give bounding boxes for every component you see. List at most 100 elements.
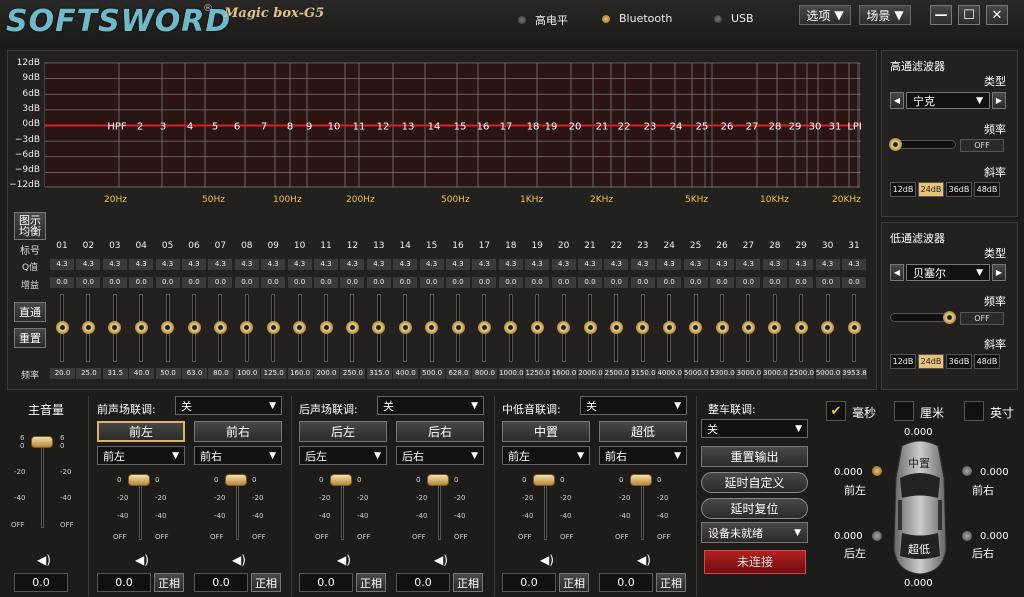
band-q-value[interactable]: 4.3 — [182, 259, 206, 270]
sub-delay-value[interactable]: 0.000 — [904, 578, 933, 589]
eq-band-marker[interactable]: 16 — [477, 122, 490, 133]
band-gain-value[interactable]: 0.0 — [604, 277, 629, 288]
band-gain-value[interactable]: 0.0 — [736, 277, 761, 288]
channel-source-select[interactable]: 后左 ▼ — [299, 446, 387, 465]
band-gain-knob[interactable] — [451, 321, 465, 334]
band-q-value[interactable]: 4.3 — [366, 259, 391, 270]
band-q-value[interactable]: 4.3 — [762, 259, 787, 270]
channel-select-button[interactable]: 后左 — [299, 421, 387, 442]
band-freq-value[interactable]: 50.0 — [155, 368, 181, 379]
band-freq-value[interactable]: 315.0 — [366, 368, 392, 379]
channel-source-select[interactable]: 前左 ▼ — [97, 446, 185, 465]
eq-band-marker[interactable]: 12 — [377, 122, 390, 133]
connect-button[interactable]: 未连接 — [704, 550, 806, 574]
band-gain-knob[interactable] — [161, 321, 175, 334]
channel-select-button[interactable]: 后右 — [396, 421, 484, 442]
channel-source-select[interactable]: 前右 ▼ — [599, 446, 687, 465]
band-q-value[interactable]: 4.3 — [50, 259, 74, 270]
band-gain-value[interactable]: 0.0 — [76, 277, 101, 288]
band-gain-value[interactable]: 0.0 — [287, 277, 312, 288]
band-gain-knob[interactable] — [530, 321, 544, 334]
band-freq-value[interactable]: 628.0 — [446, 368, 471, 379]
channel-volume-knob[interactable] — [533, 474, 555, 486]
lpf-type-select[interactable]: 贝塞尔 ▼ — [906, 264, 990, 281]
band-gain-value[interactable]: 0.0 — [657, 277, 682, 288]
eq-band-marker[interactable]: 10 — [328, 122, 341, 133]
band-gain-value[interactable]: 0.0 — [446, 277, 470, 288]
eq-band-marker[interactable]: 17 — [500, 122, 513, 133]
front-left-delay-value[interactable]: 0.000 — [834, 467, 863, 478]
band-gain-value[interactable]: 0.0 — [498, 277, 523, 288]
band-q-value[interactable]: 4.3 — [234, 259, 259, 270]
band-gain-knob[interactable] — [319, 321, 333, 334]
band-gain-knob[interactable] — [583, 321, 597, 334]
band-gain-value[interactable]: 0.0 — [129, 277, 154, 288]
maximize-button[interactable]: ☐ — [958, 5, 980, 25]
eq-band-marker[interactable]: LPF — [847, 122, 861, 133]
band-gain-value[interactable]: 0.0 — [208, 277, 233, 288]
band-q-value[interactable]: 4.3 — [155, 259, 180, 270]
reset-output-button[interactable]: 重置输出 — [701, 446, 808, 467]
band-q-value[interactable]: 4.3 — [472, 259, 497, 270]
speaker-icon[interactable]: ◀) — [434, 553, 448, 567]
band-q-value[interactable]: 4.3 — [340, 259, 365, 270]
channel-volume-value[interactable]: 0.0 — [599, 573, 653, 592]
eq-band-marker[interactable]: 24 — [670, 122, 683, 133]
phase-button[interactable]: 正相 — [559, 573, 589, 592]
band-gain-value[interactable]: 0.0 — [842, 277, 866, 288]
band-gain-value[interactable]: 0.0 — [182, 277, 206, 288]
channel-source-select[interactable]: 前左 ▼ — [502, 446, 590, 465]
band-freq-value[interactable]: 500.0 — [419, 368, 445, 379]
lpf-slope-24[interactable]: 24dB — [918, 354, 944, 369]
band-gain-knob[interactable] — [293, 321, 307, 334]
band-gain-value[interactable]: 0.0 — [472, 277, 497, 288]
band-q-value[interactable]: 4.3 — [261, 259, 286, 270]
eq-band-marker[interactable]: 25 — [696, 122, 709, 133]
band-q-value[interactable]: 4.3 — [815, 259, 840, 270]
band-q-value[interactable]: 4.3 — [578, 259, 602, 270]
speaker-icon[interactable]: ◀) — [37, 553, 51, 567]
channel-select-button[interactable]: 中置 — [502, 421, 590, 442]
eq-band-marker[interactable]: 22 — [618, 122, 631, 133]
eq-band-marker[interactable]: 30 — [809, 122, 822, 133]
band-gain-value[interactable]: 0.0 — [815, 277, 840, 288]
front-right-delay-value[interactable]: 0.000 — [980, 467, 1009, 478]
phase-button[interactable]: 正相 — [453, 573, 483, 592]
hpf-type-select[interactable]: 宁克 ▼ — [906, 92, 990, 109]
band-gain-value[interactable]: 0.0 — [525, 277, 550, 288]
hpf-freq-value[interactable]: OFF — [960, 139, 1004, 152]
group-link-select[interactable]: 关 ▼ — [580, 396, 687, 415]
eq-reset-button[interactable]: 重置 — [14, 328, 46, 348]
graphic-eq-button[interactable]: 图示 均衡 — [14, 212, 46, 240]
eq-band-marker[interactable]: 18 — [527, 122, 540, 133]
bypass-button[interactable]: 直通 — [14, 302, 46, 322]
channel-volume-slider[interactable] — [139, 478, 142, 540]
prev-arrow-icon[interactable]: ◀ — [890, 92, 904, 109]
band-gain-knob[interactable] — [213, 321, 227, 334]
scene-menu[interactable]: 场景 ▼ — [859, 5, 911, 25]
band-gain-knob[interactable] — [266, 321, 280, 334]
channel-source-select[interactable]: 前右 ▼ — [194, 446, 282, 465]
band-freq-value[interactable]: 100.0 — [234, 368, 260, 379]
band-q-value[interactable]: 4.3 — [657, 259, 682, 270]
lpf-slope-12[interactable]: 12dB — [890, 354, 916, 369]
band-freq-value[interactable]: 2000.0 — [578, 368, 603, 379]
channel-volume-slider[interactable] — [341, 478, 344, 540]
band-freq-value[interactable]: 1250.0 — [525, 368, 551, 379]
band-freq-value[interactable]: 1000.0 — [498, 368, 524, 379]
band-freq-value[interactable]: 31.5 — [102, 368, 128, 379]
unit-cm-checkbox[interactable] — [894, 401, 914, 421]
channel-volume-knob[interactable] — [330, 474, 352, 486]
master-volume-slider[interactable] — [41, 440, 44, 528]
master-volume-knob[interactable] — [31, 436, 53, 448]
eq-band-marker[interactable]: 6 — [234, 122, 240, 133]
band-gain-knob[interactable] — [741, 321, 755, 334]
band-freq-value[interactable]: 20.0 — [50, 368, 75, 379]
band-gain-knob[interactable] — [425, 321, 439, 334]
speaker-icon[interactable]: ◀) — [540, 553, 554, 567]
band-q-value[interactable]: 4.3 — [736, 259, 761, 270]
band-q-value[interactable]: 4.3 — [129, 259, 154, 270]
rear-left-delay-value[interactable]: 0.000 — [834, 531, 863, 542]
hpf-slope-12[interactable]: 12dB — [890, 182, 916, 197]
band-gain-knob[interactable] — [55, 321, 69, 334]
